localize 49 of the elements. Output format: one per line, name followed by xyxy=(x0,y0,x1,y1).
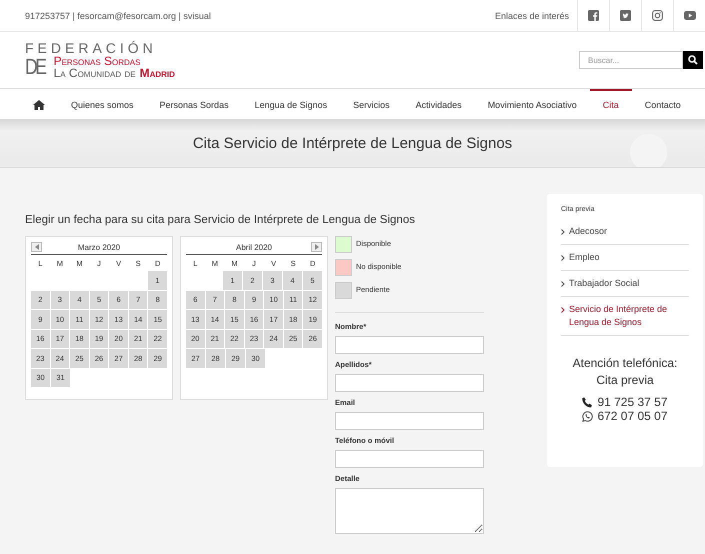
chevron-icon xyxy=(561,229,565,235)
nav-link[interactable]: Quienes somos xyxy=(58,89,147,119)
chevron-icon xyxy=(561,307,565,313)
sidebar-link[interactable]: Empleo xyxy=(561,245,689,271)
home-icon xyxy=(33,100,45,110)
right-triangle-icon xyxy=(314,244,318,250)
month-title: Abril 2020 xyxy=(236,242,272,252)
contact-info: 917253757 | fesorcam@fesorcam.org | svisual xyxy=(25,10,211,20)
chevron-icon xyxy=(561,281,565,287)
contact-subtitle: Cita previa xyxy=(595,373,655,387)
logo-text: Personas Sordas xyxy=(54,55,142,67)
nav-link[interactable]: Actividades xyxy=(402,89,475,119)
logo-text: La Comunidad de xyxy=(54,67,136,79)
facebook-icon[interactable] xyxy=(588,10,599,21)
nav-link[interactable]: Servicios xyxy=(340,89,403,119)
logo-text: Madrid xyxy=(140,67,175,79)
logo-text: FEDERACIÓN xyxy=(25,41,158,55)
nav-link[interactable]: Personas Sordas xyxy=(146,89,242,119)
phone-icon xyxy=(582,396,594,408)
phone-number: 672 07 05 07 xyxy=(597,409,668,423)
sidebar-link[interactable]: Servicio de Intérprete de Lengua de Signos xyxy=(561,297,689,336)
next-month-button[interactable] xyxy=(311,242,322,252)
left-triangle-icon xyxy=(34,244,38,250)
month-title: Marzo 2020 xyxy=(78,242,120,252)
previous-month-button[interactable] xyxy=(31,242,42,252)
chevron-icon xyxy=(561,255,565,261)
links-label[interactable]: Enlaces de interés xyxy=(494,10,577,20)
input-field[interactable] xyxy=(335,450,484,468)
nav-link[interactable]: Lengua de Signos xyxy=(242,89,340,119)
sidebar-link[interactable]: Trabajador Social xyxy=(561,271,689,297)
nav-link[interactable]: Movimiento Asociativo xyxy=(474,89,590,119)
twitter-icon[interactable] xyxy=(620,10,631,21)
instagram-icon[interactable] xyxy=(652,10,663,21)
contact-title: Atención telefónica: xyxy=(572,356,678,370)
nav-link[interactable]: Contacto xyxy=(632,89,694,119)
youtube-icon[interactable] xyxy=(684,11,696,20)
section-heading: Elegir un fecha para su cita para Servicio de Intérprete de Lengua de Signos xyxy=(25,214,416,226)
phone-number: 91 725 37 57 xyxy=(597,395,668,409)
logo-text: DE xyxy=(25,56,45,78)
text-area[interactable] xyxy=(335,488,484,534)
input-field[interactable] xyxy=(335,336,484,354)
whatsapp-icon xyxy=(582,410,594,422)
page-title: Cita Servicio de Intérprete de Lengua de Signos xyxy=(192,134,512,152)
search-icon xyxy=(688,55,698,65)
sidebar-link[interactable]: Adecosor xyxy=(561,219,689,245)
input-field[interactable] xyxy=(335,374,484,392)
search-field[interactable]: Buscar... xyxy=(579,51,683,69)
search-button[interactable] xyxy=(683,51,703,69)
input-field[interactable] xyxy=(335,412,484,430)
